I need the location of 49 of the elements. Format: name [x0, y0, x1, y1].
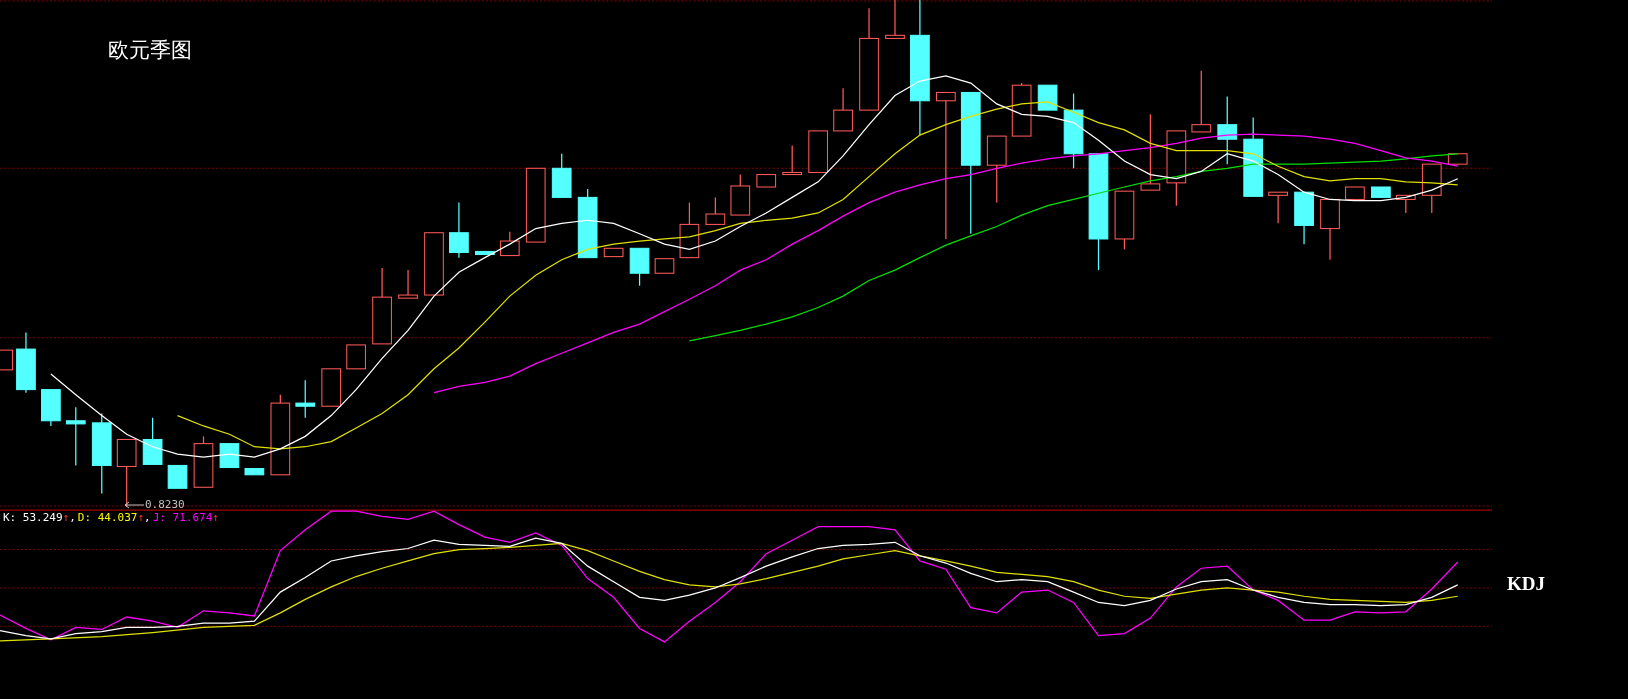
candlestick [705, 196, 726, 226]
candlestick [424, 232, 444, 296]
legend-entry: K: 53.249↑, [3, 512, 77, 523]
candlestick [499, 231, 520, 257]
candlestick [730, 173, 751, 216]
candlestick [1395, 194, 1416, 214]
candlestick [321, 368, 342, 407]
candlestick [1191, 70, 1212, 133]
candlestick [41, 388, 61, 427]
candlestick [679, 201, 700, 259]
indicator-label: KDJ [1507, 574, 1545, 593]
candlestick [142, 417, 163, 466]
candlestick [1217, 96, 1238, 165]
candlestick [629, 247, 650, 287]
legend-entry: J: 71.674↑ [152, 512, 220, 523]
candlestick [167, 464, 188, 489]
candlestick [654, 258, 675, 274]
candlestick [808, 130, 828, 174]
candlestick [782, 144, 803, 176]
candlestick [16, 331, 36, 394]
candlestick [1294, 191, 1314, 245]
candlestick [346, 344, 366, 370]
candlestick [756, 173, 777, 188]
candlestick [833, 87, 853, 132]
chart-title: 欧元季图 [108, 40, 192, 61]
candlestick [1268, 191, 1288, 224]
candlestick [193, 435, 214, 488]
candlestick [577, 188, 598, 259]
candlestick [1320, 198, 1340, 261]
candlestick [1421, 163, 1442, 214]
candlestick [603, 247, 624, 258]
candlestick [244, 467, 265, 476]
legend-entry: D: 44.037↑, [77, 512, 152, 523]
candlestick [1011, 82, 1032, 137]
leader-arrow [124, 500, 144, 509]
candlestick [1345, 186, 1365, 201]
candlestick [1114, 190, 1135, 250]
candlestick [65, 406, 86, 467]
candlestick [1371, 186, 1391, 199]
candlestick [1447, 153, 1468, 165]
candlestick [219, 443, 240, 469]
candlestick [398, 269, 418, 299]
candlestick [295, 379, 316, 419]
low-price-label: 0.8230 [145, 499, 185, 510]
candlestick [551, 153, 572, 199]
candlestick [475, 250, 495, 256]
candlestick [449, 201, 469, 259]
candlestick [1037, 84, 1058, 111]
candlestick [986, 135, 1007, 204]
